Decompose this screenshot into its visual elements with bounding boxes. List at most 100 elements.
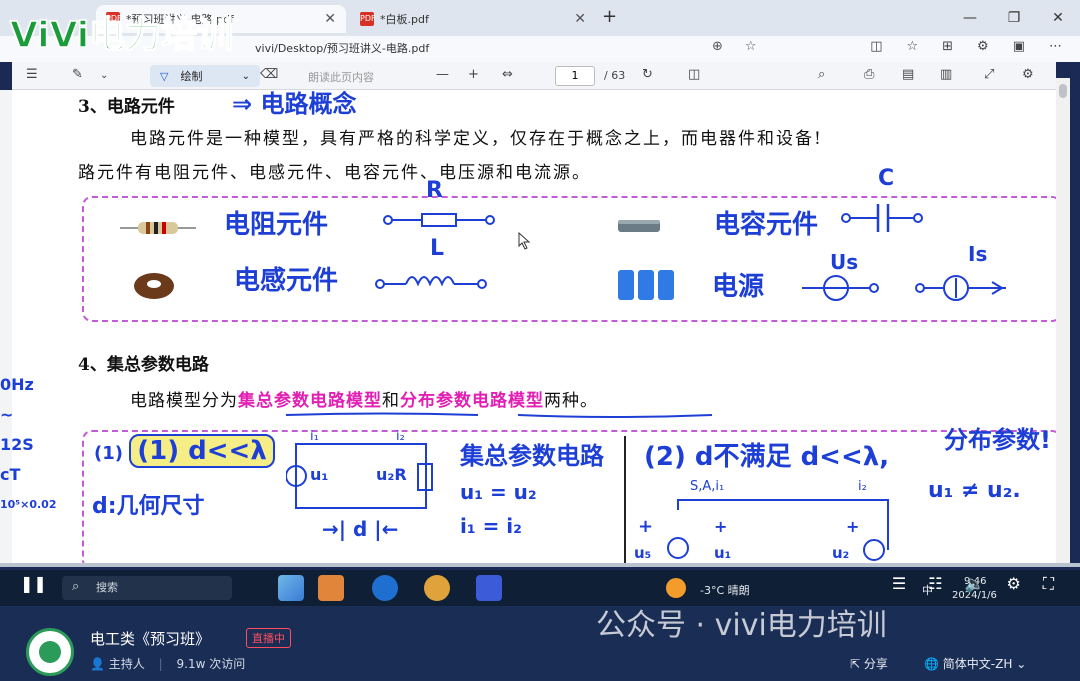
split-screen-icon[interactable]: ◫ xyxy=(870,39,882,54)
hw-resistor: 电阻元件 xyxy=(224,210,329,240)
close-window-icon[interactable]: ✕ xyxy=(1036,0,1080,36)
volume-icon[interactable]: 🔈 xyxy=(965,574,985,594)
tab-whiteboard[interactable]: PDF *白板.pdf ✕ xyxy=(350,5,596,33)
close-icon[interactable]: ✕ xyxy=(324,11,336,27)
visit-count: 9.1w 次访问 xyxy=(176,657,246,671)
highlight-distributed: 分布参数电路模型 xyxy=(400,391,544,411)
hw-lumped-circuit: 集总参数电路 xyxy=(460,442,604,470)
svg-text:+: + xyxy=(846,517,859,536)
svg-text:u₂: u₂ xyxy=(832,544,849,562)
read-aloud-button[interactable]: 朗读此页内容 xyxy=(308,69,374,85)
print-icon[interactable]: ⎙ xyxy=(864,67,874,82)
svg-text:S,A,i₁: S,A,i₁ xyxy=(690,480,724,494)
paragraph-3: 电路模型分为集总参数电路模型和分布参数电路模型两种。 xyxy=(130,386,598,411)
hw-C: C xyxy=(878,166,895,191)
search-icon[interactable]: ⌕ xyxy=(818,67,825,82)
address-icons: ⊕ ☆ xyxy=(712,39,757,54)
svg-text:u₂R: u₂R xyxy=(376,465,407,484)
rotate-icon[interactable]: ↻ xyxy=(642,67,653,82)
search-icon: ⌕ xyxy=(72,579,80,594)
fit-page-icon[interactable]: ⇔ xyxy=(502,67,513,82)
screenshot-icon[interactable]: ▣ xyxy=(1013,39,1025,54)
svg-text:i₂: i₂ xyxy=(396,429,405,444)
restore-icon[interactable]: ❐ xyxy=(992,0,1036,36)
page-number-input[interactable]: 1 xyxy=(555,66,595,86)
live-status-badge: 直播中 xyxy=(246,628,291,648)
weather-text: -3°C 晴朗 xyxy=(700,584,750,597)
paragraph-2: 路元件有电阻元件、电感元件、电容元件、电压源和电流源。 xyxy=(78,163,591,183)
chevron-down-icon: ⌄ xyxy=(241,70,250,82)
pause-icon[interactable]: ❚❚ xyxy=(20,574,47,593)
zoom-in-icon[interactable]: + xyxy=(468,67,479,82)
save-icon[interactable]: ▤ xyxy=(902,67,914,82)
svg-text:i₂: i₂ xyxy=(858,480,867,494)
host-label: 主持人 xyxy=(108,657,145,671)
settings-icon[interactable]: ⚙ xyxy=(1022,67,1034,82)
zoom-out-icon[interactable]: — xyxy=(436,67,449,82)
para3-text: 两种。 xyxy=(544,391,598,411)
chevron-down-icon: ⌄ xyxy=(1016,657,1027,671)
pdf-toolbar: ☰ ✎ ⌄ ▽ 绘制 ⌄ ⌫ 朗读此页内容 — + ⇔ 1 / 63 ↻ ◫ ⌕… xyxy=(12,62,1056,90)
chevron-down-icon[interactable]: ⌄ xyxy=(100,70,108,81)
scrollbar-thumb[interactable] xyxy=(1059,84,1067,98)
hw-distributed: 分布参数! xyxy=(944,426,1051,454)
fullscreen-icon[interactable]: ⤢ xyxy=(984,67,994,82)
globe-icon: 🌐 xyxy=(924,657,939,671)
collections-icon[interactable]: ⊞ xyxy=(942,39,953,54)
taskbar-search[interactable]: 搜索 xyxy=(62,576,232,600)
note-line: 10⁵×0.02 xyxy=(0,498,57,511)
widget-icon[interactable] xyxy=(318,575,344,601)
inductor-symbol xyxy=(375,276,487,289)
fullscreen-icon[interactable]: ⛶ xyxy=(1043,574,1054,594)
svg-text:→| d |←: →| d |← xyxy=(322,517,398,541)
more-menu-icon[interactable]: ⋯ xyxy=(1049,39,1062,54)
page-view-icon[interactable]: ◫ xyxy=(688,67,700,82)
hw-condition-2: (2) d不满足 d<<λ, xyxy=(644,436,889,473)
zoom-icon[interactable]: ⊕ xyxy=(712,39,723,54)
hw-cond2-text: (2) d不满足 d<<λ, xyxy=(644,442,890,472)
extensions-icon[interactable]: ⚙ xyxy=(977,39,989,54)
minimize-icon[interactable]: — xyxy=(948,0,992,36)
close-icon[interactable]: ✕ xyxy=(574,11,586,27)
new-tab-icon[interactable]: + xyxy=(602,6,617,27)
scrollbar[interactable] xyxy=(1056,78,1070,566)
pdf-icon: PDF xyxy=(360,12,376,26)
address-field[interactable]: vivi/Desktop/预习班讲义-电路.pdf xyxy=(255,39,785,59)
powerpoint-icon[interactable] xyxy=(476,575,502,601)
hw-geometric-size: d:几何尺寸 xyxy=(92,494,205,519)
edge-browser-icon[interactable] xyxy=(372,575,398,601)
widget-icon[interactable] xyxy=(278,575,304,601)
pen-icon: ▽ xyxy=(160,69,169,83)
highlight-lumped: 集总参数电路模型 xyxy=(238,391,382,411)
window-controls: — ❐ ✕ xyxy=(948,0,1080,36)
video-progress-bar[interactable] xyxy=(0,563,1080,567)
share-button[interactable]: ⇱ 分享 xyxy=(850,655,888,672)
settings-icon[interactable]: ⚙ xyxy=(1006,574,1020,594)
hw-source: 电源 xyxy=(712,272,765,302)
favorite-star-icon[interactable]: ☆ xyxy=(745,39,757,54)
speed-icon[interactable]: ☷ xyxy=(928,574,942,594)
language-selector[interactable]: 🌐 简体中文-ZH ⌄ xyxy=(924,655,1026,672)
contents-icon[interactable]: ☰ xyxy=(26,67,38,82)
playlist-icon[interactable]: ☰ xyxy=(892,574,906,594)
underline-strokes xyxy=(285,412,713,418)
draw-button[interactable]: ▽ 绘制 ⌄ xyxy=(150,65,260,87)
screen: PDF *预习班讲义-电路.pdf ✕ PDF *白板.pdf ✕ + — ❐ … xyxy=(0,0,1080,681)
current-source-symbol xyxy=(915,275,1006,301)
highlight-icon[interactable]: ✎ xyxy=(72,67,83,82)
save-as-icon[interactable]: ▥ xyxy=(940,67,952,82)
page-total: / 63 xyxy=(604,69,626,82)
note-line: 0Hz xyxy=(0,375,34,394)
weather-icon[interactable] xyxy=(666,578,686,598)
app-icon[interactable] xyxy=(424,575,450,601)
live-meta: 👤 主持人 | 9.1w 次访问 xyxy=(90,655,245,672)
svg-text:i₁: i₁ xyxy=(310,429,319,444)
hw-condition-1: (1) (1) d<<λ xyxy=(94,434,275,468)
battery-image xyxy=(618,270,674,300)
svg-text:+: + xyxy=(638,516,653,537)
para3-text: 和 xyxy=(382,391,400,411)
favorites-icon[interactable]: ☆ xyxy=(906,39,918,54)
paragraph-1: 电路元件是一种模型，具有严格的科学定义，仅存在于概念之上，而电器件和设备! xyxy=(130,129,823,149)
eraser-icon[interactable]: ⌫ xyxy=(260,67,278,82)
channel-avatar[interactable] xyxy=(26,628,74,676)
